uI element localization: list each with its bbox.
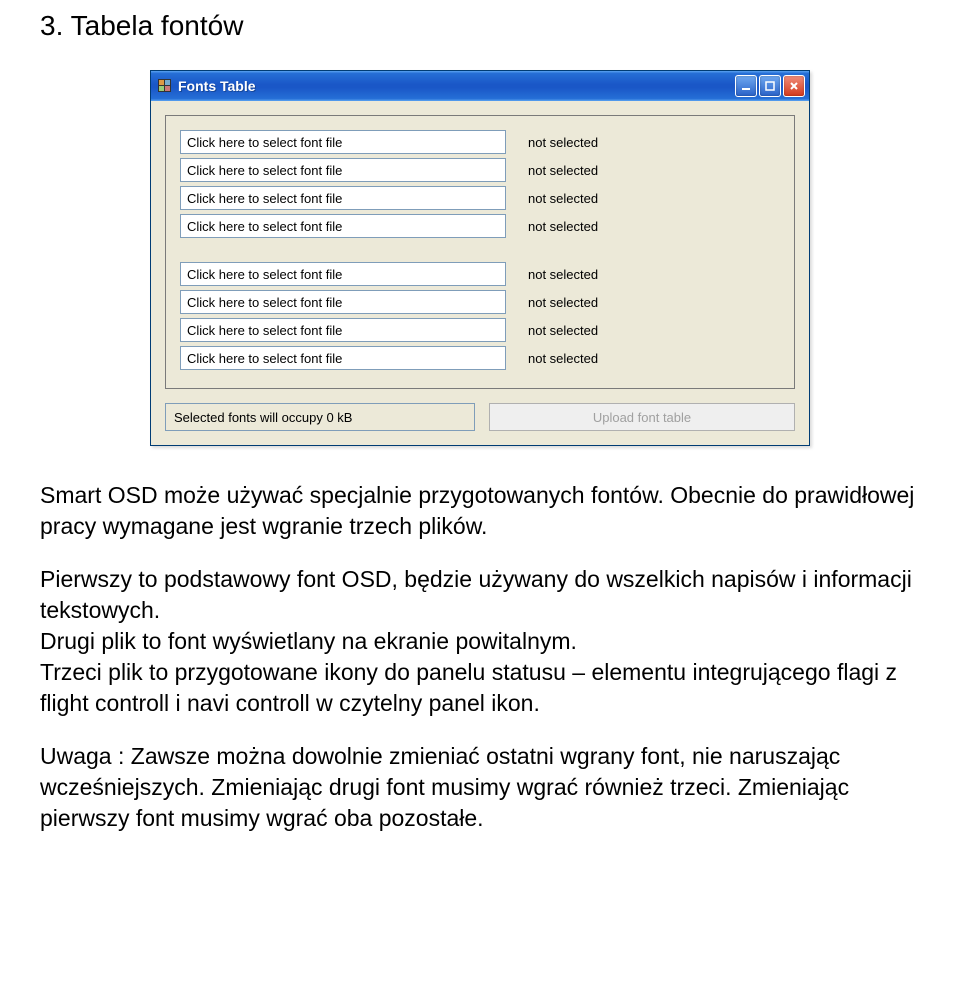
font-status-label: not selected [524,191,780,206]
font-row: not selected [180,214,780,238]
font-status-label: not selected [524,135,780,150]
font-row: not selected [180,262,780,286]
font-row: not selected [180,158,780,182]
app-icon [157,78,173,94]
font-file-input[interactable] [180,262,506,286]
upload-font-table-button[interactable]: Upload font table [489,403,795,431]
minimize-button[interactable] [735,75,757,97]
font-file-input[interactable] [180,346,506,370]
maximize-button[interactable] [759,75,781,97]
font-status-label: not selected [524,219,780,234]
titlebar: Fonts Table [151,71,809,101]
font-file-input[interactable] [180,158,506,182]
font-row: not selected [180,186,780,210]
body-paragraph: Pierwszy to podstawowy font OSD, będzie … [40,564,920,719]
window-title: Fonts Table [178,78,735,94]
screenshot-container: Fonts Table [40,70,920,446]
font-file-input[interactable] [180,214,506,238]
font-status-label: not selected [524,163,780,178]
font-row: not selected [180,290,780,314]
body-paragraph: Smart OSD może używać specjalnie przygot… [40,480,920,542]
font-status-label: not selected [524,323,780,338]
section-heading: 3. Tabela fontów [40,10,920,42]
close-button[interactable] [783,75,805,97]
font-status-label: not selected [524,267,780,282]
selected-fonts-size-label: Selected fonts will occupy 0 kB [165,403,475,431]
font-status-label: not selected [524,351,780,366]
body-paragraph: Uwaga : Zawsze można dowolnie zmieniać o… [40,741,920,834]
font-row: not selected [180,130,780,154]
window-client-area: not selected not selected not selected n… [151,101,809,445]
font-file-input[interactable] [180,186,506,210]
font-row: not selected [180,346,780,370]
font-status-label: not selected [524,295,780,310]
font-file-input[interactable] [180,130,506,154]
font-file-input[interactable] [180,290,506,314]
font-rows-panel: not selected not selected not selected n… [165,115,795,389]
font-row: not selected [180,318,780,342]
fonts-table-window: Fonts Table [150,70,810,446]
font-file-input[interactable] [180,318,506,342]
